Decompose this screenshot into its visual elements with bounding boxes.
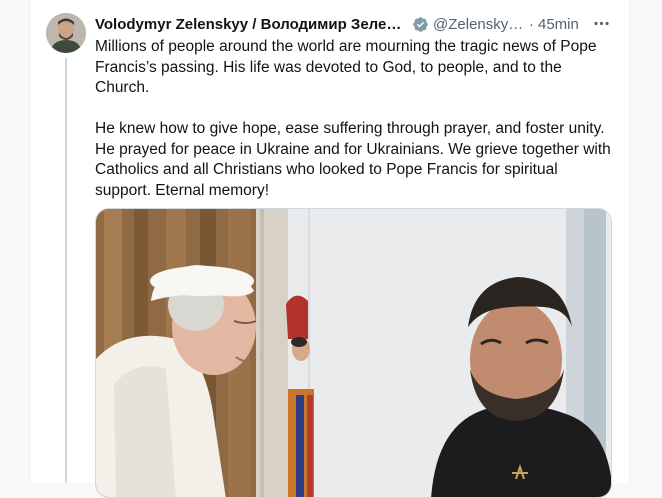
author-avatar[interactable] (46, 13, 86, 53)
thread-line (65, 58, 67, 483)
post-paragraph: Millions of people around the world are … (95, 38, 597, 96)
post-text: Millions of people around the world are … (95, 37, 615, 222)
post-timestamp[interactable]: 45min (538, 16, 579, 33)
post-header: Volodymyr Zelenskyy / Володимир Зеленськ… (95, 14, 620, 34)
verified-badge-icon[interactable] (412, 16, 429, 33)
avatar-image (46, 13, 86, 53)
page-background-right (630, 0, 662, 483)
photo-image (96, 209, 611, 497)
author-handle[interactable]: @ZelenskyyUa (433, 16, 525, 33)
more-horizontal-icon[interactable] (590, 12, 612, 34)
post-paragraph: He knew how to give hope, ease suffering… (95, 120, 611, 199)
post-photo[interactable] (95, 208, 612, 498)
separator-dot: · (529, 15, 534, 33)
author-name[interactable]: Volodymyr Zelenskyy / Володимир Зеленськ… (95, 16, 408, 33)
